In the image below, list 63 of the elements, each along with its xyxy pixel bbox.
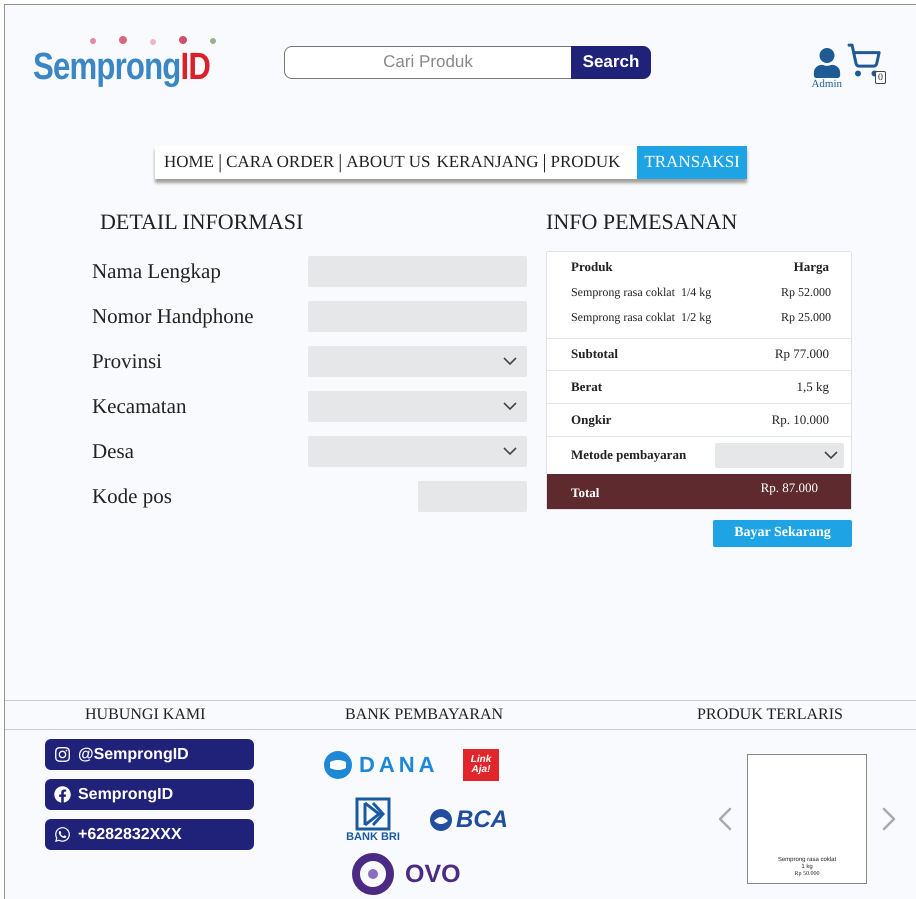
chevron-down-icon — [503, 447, 517, 456]
user-icon[interactable] — [812, 48, 842, 78]
wallet-logo-icon — [351, 852, 395, 896]
summary-value: Rp. 10.000 — [772, 412, 829, 428]
social-link[interactable]: SemprongID — [45, 779, 254, 810]
footer-heading: BANK PEMBAYARAN — [344, 706, 504, 724]
nav-link[interactable]: ABOUT US — [343, 146, 434, 179]
field-label: Desa — [92, 438, 135, 464]
footer-heading: HUBUNGI KAMI — [84, 706, 206, 724]
whatsapp-icon — [54, 826, 71, 843]
product-price: Rp 25.000 — [780, 310, 831, 325]
summary-value: Rp 77.000 — [774, 346, 829, 362]
summary-label: Ongkir — [571, 412, 612, 428]
chevron-down-icon — [503, 357, 517, 366]
bank-name: DANA — [359, 752, 439, 778]
summary-value: 1,5 kg — [796, 378, 829, 395]
column-header: Produk — [571, 258, 613, 275]
select-field[interactable] — [308, 436, 527, 467]
payment-select[interactable] — [715, 442, 844, 468]
nav-divider: | — [542, 150, 548, 174]
footer-heading: PRODUK TERLARIS — [696, 706, 844, 724]
bank-name: OVO — [405, 860, 461, 888]
user-label: Admin — [811, 78, 842, 90]
field-label: Nama Lengkap — [92, 258, 222, 284]
nav-divider: | — [337, 150, 344, 174]
chevron-down-icon — [824, 451, 838, 460]
bank-logo-icon — [429, 808, 453, 832]
section-title: INFO PEMESANAN — [546, 208, 738, 235]
nav-link[interactable]: HOME — [161, 146, 218, 179]
section-title: DETAIL INFORMASI — [100, 208, 304, 235]
product-name: Semprong rasa coklat 1/2 kg — [571, 310, 712, 325]
logo[interactable]: SemprongID — [33, 46, 210, 89]
social-link[interactable]: @SemprongID — [45, 739, 254, 770]
field-label: Nomor Handphone — [92, 304, 255, 329]
wallet-logo: Link Aja! — [463, 749, 499, 781]
column-header: Harga — [794, 258, 829, 275]
product-name: Semprong rasa coklat 1/4 kg — [571, 284, 712, 300]
cart-count: 0 — [875, 71, 886, 84]
bank-logo-icon — [355, 797, 391, 831]
summary-label: Berat — [571, 378, 602, 395]
facebook-icon — [54, 786, 71, 803]
product-price: Rp 52.000 — [780, 284, 831, 300]
nav-link[interactable]: KERANJANG — [434, 146, 542, 179]
payment-label: Metode pembayaran — [571, 447, 686, 464]
select-field[interactable] — [308, 346, 527, 377]
field-label: Kode pos — [92, 484, 173, 509]
social-link[interactable]: +6282832XXX — [45, 819, 254, 850]
wallet-logo-icon — [323, 750, 353, 780]
bank-name: BANK BRI — [346, 831, 400, 843]
nav-divider: | — [217, 150, 224, 174]
summary-label: Subtotal — [571, 346, 618, 362]
field-label: Kecamatan — [92, 394, 188, 419]
select-field[interactable] — [308, 390, 527, 422]
field-label: Provinsi — [92, 348, 164, 374]
search-button[interactable]: Search — [571, 46, 651, 79]
cart-icon[interactable] — [846, 42, 882, 78]
nav-link[interactable]: CARA ORDER — [223, 146, 338, 179]
chevron-down-icon — [503, 402, 517, 410]
bank-name: BCA — [456, 806, 508, 834]
total-label: Total — [571, 484, 600, 501]
nav-link[interactable]: PRODUK — [548, 146, 624, 179]
instagram-icon — [54, 746, 71, 763]
total-value: Rp. 87.000 — [760, 480, 818, 497]
